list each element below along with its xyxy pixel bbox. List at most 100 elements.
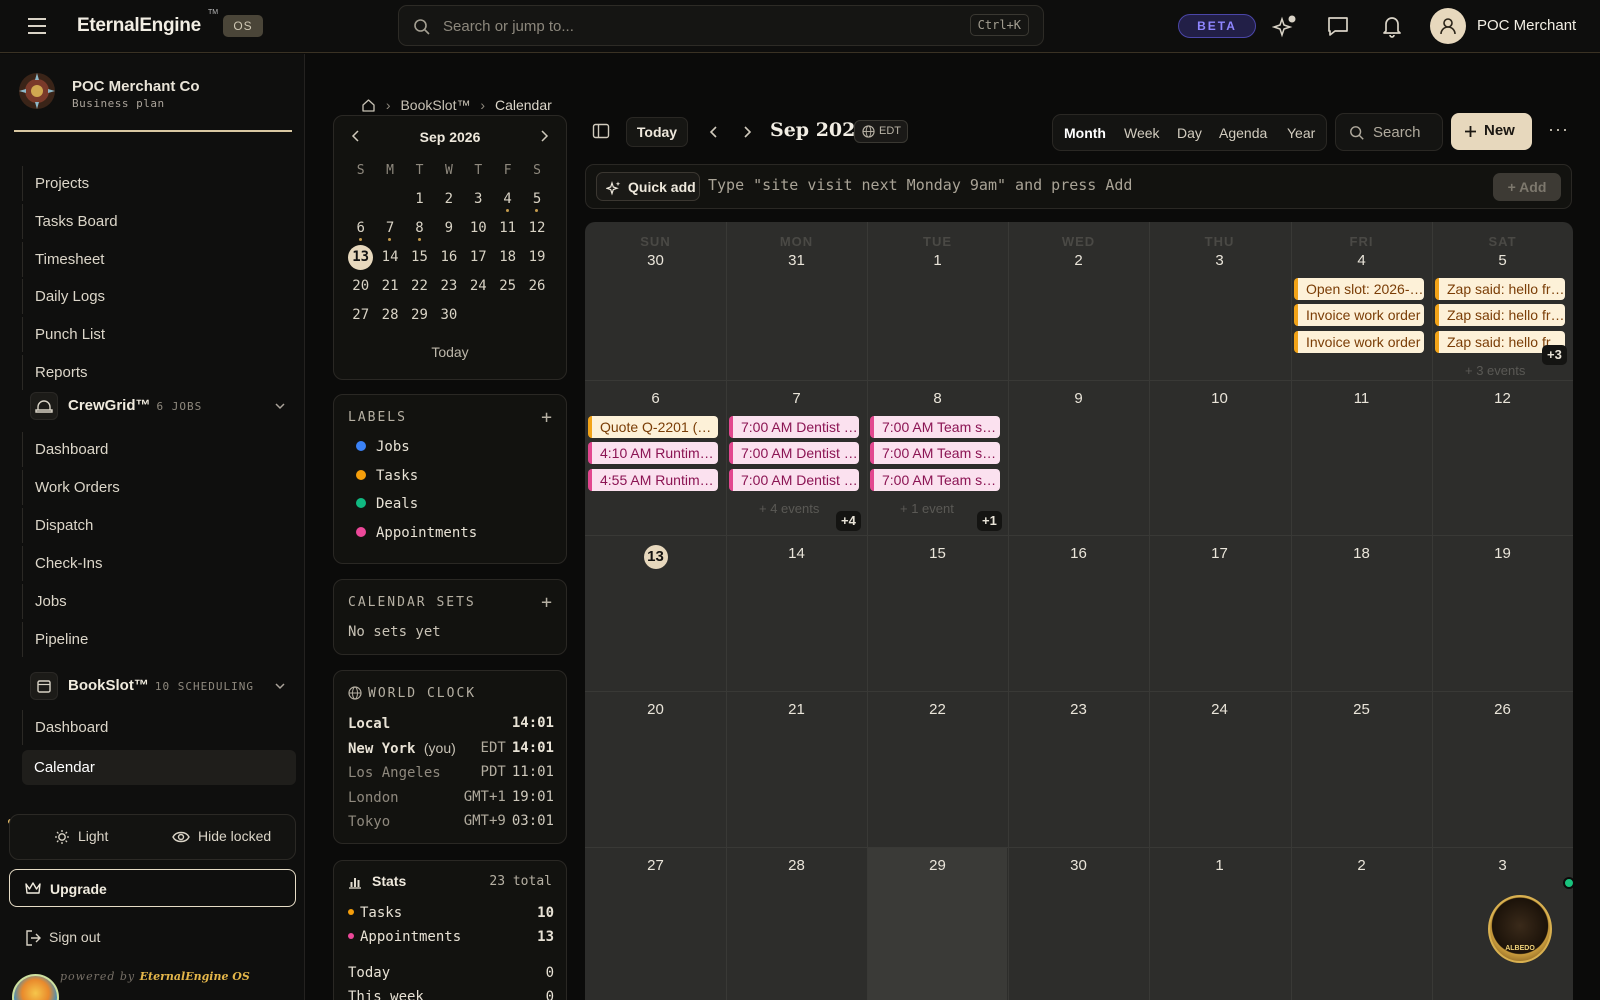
- mini-calendar-day[interactable]: 3: [464, 185, 493, 214]
- day-number[interactable]: 25: [1291, 701, 1432, 718]
- day-number[interactable]: 26: [1432, 701, 1573, 718]
- mini-calendar-day[interactable]: 9: [434, 214, 463, 243]
- quick-add-input[interactable]: Type "site visit next Monday 9am" and pr…: [708, 176, 1132, 194]
- calendar-event[interactable]: 7:00 AM Dentist (...: [729, 468, 859, 491]
- sign-out-button[interactable]: Sign out: [49, 929, 100, 945]
- mini-calendar-day[interactable]: 14: [375, 243, 404, 272]
- upgrade-button[interactable]: Upgrade: [9, 869, 296, 907]
- menu-icon[interactable]: [26, 15, 50, 37]
- more-options-icon[interactable]: ···: [1548, 119, 1569, 140]
- add-calendar-set-icon[interactable]: +: [541, 592, 552, 613]
- sidebar-item-punch-list[interactable]: Punch List: [22, 317, 296, 352]
- day-number[interactable]: 2: [1291, 857, 1432, 874]
- day-number[interactable]: 24: [1149, 701, 1290, 718]
- more-events-badge[interactable]: +4: [836, 510, 861, 531]
- day-number[interactable]: 2: [1008, 252, 1149, 269]
- chat-icon[interactable]: [1325, 13, 1351, 39]
- hide-locked-toggle[interactable]: Hide locked: [172, 828, 271, 844]
- label-item-jobs[interactable]: Jobs: [356, 439, 410, 455]
- calendar-event[interactable]: 7:00 AM Dentist (...: [729, 416, 859, 438]
- day-number[interactable]: 1: [867, 252, 1008, 269]
- calendar-event[interactable]: 4:10 AM Runtime check: [588, 442, 718, 465]
- tab-day[interactable]: Day: [1177, 125, 1202, 141]
- light-mode-toggle[interactable]: Light: [54, 828, 108, 844]
- calendar-event[interactable]: Open slot: 2026-09-04: [1294, 278, 1424, 300]
- sidebar-toggle-icon[interactable]: [592, 122, 610, 140]
- calendar-event[interactable]: 7:00 AM Dentist (...: [729, 442, 859, 465]
- day-number[interactable]: 7: [726, 390, 867, 407]
- mini-calendar-day[interactable]: 26: [522, 272, 551, 301]
- mini-calendar-day[interactable]: 13: [346, 243, 375, 272]
- sidebar-item-timesheet[interactable]: Timesheet: [22, 242, 296, 277]
- calendar-event[interactable]: Quote Q-2201 (K...: [588, 416, 718, 438]
- quick-add-button[interactable]: Quick add: [596, 172, 700, 201]
- mini-calendar-day[interactable]: 10: [464, 214, 493, 243]
- day-cell[interactable]: [1149, 222, 1290, 380]
- calendar-event[interactable]: Invoice work order: [1294, 330, 1424, 353]
- sidebar-group-bookslot[interactable]: BookSlot™ 10 SCHEDULING: [30, 668, 292, 704]
- day-number[interactable]: 3: [1432, 857, 1573, 874]
- mini-calendar-day[interactable]: 11: [493, 214, 522, 243]
- day-number[interactable]: 5: [1432, 252, 1573, 269]
- day-cell[interactable]: [1008, 222, 1149, 380]
- day-number[interactable]: 1: [1149, 857, 1290, 874]
- day-number[interactable]: 23: [1008, 701, 1149, 718]
- day-number[interactable]: 29: [867, 857, 1008, 874]
- today-button[interactable]: Today: [626, 117, 688, 147]
- chevron-right-icon[interactable]: [538, 129, 550, 143]
- more-events-link[interactable]: + 3 events: [1465, 363, 1525, 378]
- day-number[interactable]: 3: [1149, 252, 1290, 269]
- calendar-event[interactable]: 4:55 AM Runtime check: [588, 468, 718, 491]
- day-number[interactable]: 27: [585, 857, 726, 874]
- sidebar-item-calendar[interactable]: Calendar: [22, 750, 296, 785]
- day-number[interactable]: 30: [1008, 857, 1149, 874]
- sidebar-item-crewgrid-dashboard[interactable]: Dashboard: [22, 432, 296, 467]
- day-number[interactable]: 28: [726, 857, 867, 874]
- day-number[interactable]: 31: [726, 252, 867, 269]
- timezone-chip[interactable]: EDT: [854, 120, 908, 143]
- tab-month[interactable]: Month: [1064, 125, 1106, 141]
- global-search[interactable]: Ctrl+K: [398, 5, 1044, 46]
- assistant-avatar[interactable]: ALBEDO: [1488, 895, 1552, 963]
- quick-add-submit[interactable]: + Add: [1493, 173, 1561, 201]
- day-cell[interactable]: [726, 222, 867, 380]
- day-number[interactable]: 30: [585, 252, 726, 269]
- day-number[interactable]: 10: [1149, 390, 1290, 407]
- sidebar-item-work-orders[interactable]: Work Orders: [22, 470, 296, 505]
- mini-calendar-day[interactable]: 20: [346, 272, 375, 301]
- calendar-event[interactable]: 7:00 AM Team standup: [870, 416, 1000, 438]
- mini-calendar-day[interactable]: 5: [522, 185, 551, 214]
- more-events-link[interactable]: + 4 events: [759, 501, 819, 516]
- mini-calendar-day[interactable]: 1: [405, 185, 434, 214]
- label-item-appointments[interactable]: Appointments: [356, 525, 477, 541]
- mini-calendar-day[interactable]: 2: [434, 185, 463, 214]
- mini-calendar-day[interactable]: 24: [464, 272, 493, 301]
- sidebar-item-jobs[interactable]: Jobs: [22, 584, 296, 619]
- more-events-link[interactable]: + 1 event: [900, 501, 954, 516]
- day-number[interactable]: 19: [1432, 545, 1573, 562]
- sign-out-icon[interactable]: [24, 929, 42, 947]
- mini-calendar-day[interactable]: 12: [522, 214, 551, 243]
- day-number[interactable]: 14: [726, 545, 867, 562]
- day-number[interactable]: 15: [867, 545, 1008, 562]
- chevron-down-icon[interactable]: [274, 400, 286, 412]
- calendar-event[interactable]: Zap said: hello from Zapier: [1435, 278, 1565, 300]
- brand-logo[interactable]: EternalEngine: [77, 15, 201, 37]
- day-number[interactable]: 4: [1291, 252, 1432, 269]
- org-name[interactable]: POC Merchant Co: [72, 78, 200, 95]
- day-number[interactable]: 11: [1291, 390, 1432, 407]
- mini-calendar-day[interactable]: 27: [346, 301, 375, 330]
- sidebar-item-reports[interactable]: Reports: [22, 355, 296, 390]
- day-number[interactable]: 6: [585, 390, 726, 407]
- tab-year[interactable]: Year: [1287, 125, 1315, 141]
- day-number[interactable]: 9: [1008, 390, 1149, 407]
- day-cell[interactable]: [1291, 222, 1432, 380]
- home-icon[interactable]: [361, 98, 376, 113]
- label-item-tasks[interactable]: Tasks: [356, 468, 418, 484]
- mini-calendar-day[interactable]: 6: [346, 214, 375, 243]
- calendar-event[interactable]: 7:00 AM Team standup: [870, 442, 1000, 465]
- mini-calendar-day[interactable]: 23: [434, 272, 463, 301]
- mini-calendar-day[interactable]: 19: [522, 243, 551, 272]
- day-number[interactable]: 20: [585, 701, 726, 718]
- mini-calendar-day[interactable]: 22: [405, 272, 434, 301]
